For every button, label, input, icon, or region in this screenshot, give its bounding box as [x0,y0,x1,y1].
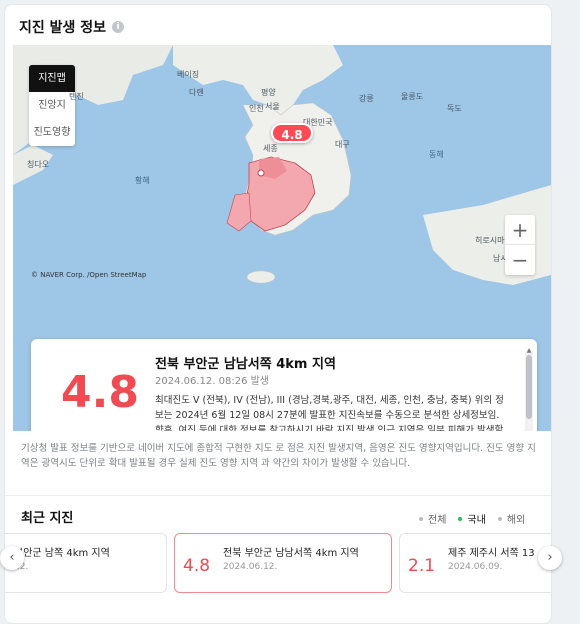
map-label-pyongyang: 평양 [261,88,276,97]
scroll-up-icon[interactable]: ▲ [525,347,533,354]
earthquake-info-card: 지진 발생 정보 i 지진맵 진앙지 진도영향 베이징 텐진 다롄 평양 서울 … [4,4,552,624]
scrollbar-thumb[interactable] [526,355,532,419]
map-description: 기상청 발표 정보를 기반으로 네이버 지도에 종합적 구현한 지도 로 점은 … [21,443,536,469]
map-label-ulleungdo: 울릉도 [401,92,424,101]
section-title: 지진 발생 정보 [19,20,107,36]
map-credit: © NAVER Corp. /Open StreetMap [31,271,147,279]
map-label-gangneung: 강릉 [359,94,374,103]
map-label-beijing: 베이징 [177,70,200,79]
map-label-east-sea: 동해 [429,150,444,159]
detail-body: 최대진도 V (전북), IV (전남), III (경남,경북,광주, 대전,… [155,395,504,431]
recent-card-magnitude: 4.8 [183,556,211,576]
info-icon[interactable]: i [112,21,125,33]
layer-tab-quake-map[interactable]: 지진맵 [29,65,75,92]
recent-card-title: 제주 제주시 서쪽 13 [448,548,535,559]
next-arrow-icon[interactable]: › [538,546,562,570]
recent-quakes-title: 최근 지진 [21,511,74,526]
quake-detail-panel: 4.8 전북 부안군 남남서쪽 4km 지역 2024.06.12. 08:26… [31,339,537,431]
map-label-qingdao: 칭다오 [27,160,50,169]
recent-card-date: 2024.06.12. [223,562,278,572]
zoom-in-button[interactable]: + [505,215,535,245]
divider [5,495,551,496]
map-label-tianjin: 텐진 [69,92,84,101]
zoom-out-button[interactable]: − [505,245,535,275]
map-label-incheon: 인천 [249,104,264,113]
detail-time: 2024.06.12. 08:26 발생 [155,376,270,387]
dot-icon [497,516,502,521]
filter-all[interactable]: 전체 [419,511,446,526]
detail-magnitude: 4.8 [61,367,139,418]
detail-scrollbar[interactable]: ▲ ▼ [525,347,533,431]
map-label-seoul: 서울 [265,102,280,111]
recent-card-date: 2024.06.09. [448,562,503,572]
layer-tab-intensity[interactable]: 진도영향 [29,119,75,146]
recent-card-magnitude: 2.1 [408,556,436,576]
map-label-daegu: 대구 [335,140,350,149]
recent-quake-card[interactable]: 2.1 제주 제주시 서쪽 13 2024.06.09. [399,533,551,593]
section-header: 지진 발생 정보 i [19,17,125,37]
map-label-sejong: 세종 [263,144,278,153]
dot-icon [419,516,423,521]
map-label-yellow-sea: 황해 [135,176,150,185]
magnitude-marker[interactable]: 4.8 [271,123,313,143]
region-filters: 전체 국내 해외 [419,511,525,526]
map-label-dalian: 다롄 [189,88,204,97]
filter-domestic[interactable]: 국내 [458,511,486,526]
recent-quake-card-selected[interactable]: 4.8 전북 부안군 남남서쪽 4km 지역 2024.06.12. [174,533,392,593]
recent-card-title: 부안군 남쪽 4km 지역 [14,548,110,559]
zoom-controls: + − [505,215,535,275]
filter-overseas[interactable]: 해외 [497,511,525,526]
recent-quake-card[interactable]: 부안군 남쪽 4km 지역 12. [5,533,167,593]
recent-card-title: 전북 부안군 남남서쪽 4km 지역 [223,548,359,559]
map-label-hiroshima: 히로시마 [475,236,505,245]
detail-title: 전북 부안군 남남서쪽 4km 지역 [155,357,336,372]
map-label-dokdo: 독도 [447,104,462,113]
prev-arrow-icon[interactable]: ‹ [0,546,24,570]
map-layer-tabs: 지진맵 진앙지 진도영향 [29,65,75,146]
dot-icon [458,516,463,521]
earthquake-map[interactable]: 지진맵 진앙지 진도영향 베이징 텐진 다롄 평양 서울 인천 대한민국 세종 … [13,45,551,431]
